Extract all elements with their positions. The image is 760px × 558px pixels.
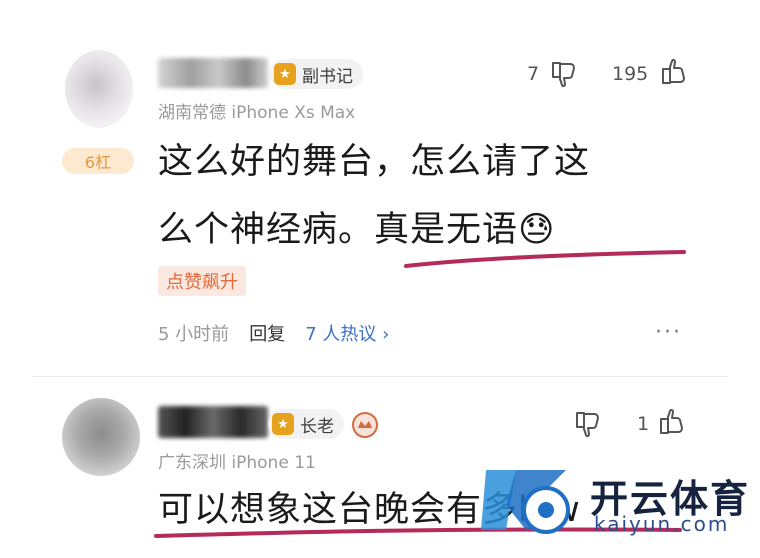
shield-star-icon: ★ (272, 413, 294, 435)
reply-button[interactable]: 回复 (249, 320, 285, 346)
avatar[interactable] (65, 50, 133, 128)
timestamp: 5 小时前 (158, 324, 230, 345)
dislike-count: 7 (527, 63, 540, 85)
comment-text-line1: 这么好的舞台，怎么请了这 (158, 142, 591, 182)
more-options-icon[interactable]: ··· (655, 320, 682, 345)
shield-star-icon: ★ (274, 63, 296, 85)
rank-badge: ★ 长老 (268, 409, 344, 439)
comment-actions: 5 小时前 回复 7 人热议 › (158, 320, 389, 346)
avatar[interactable] (62, 398, 140, 476)
hot-discussion-link[interactable]: 7 人热议 › (305, 320, 389, 346)
level-badge: 6杠 (62, 148, 134, 174)
thumbs-down-icon[interactable] (548, 58, 580, 90)
location-device: 广东深圳 iPhone 11 (158, 453, 316, 473)
username-blurred[interactable] (158, 58, 268, 88)
highlight-underline (404, 250, 686, 268)
crown-medal-icon (350, 410, 380, 440)
badge-label: 副书记 (302, 66, 353, 87)
thumbs-down-icon[interactable] (572, 408, 604, 440)
username-blurred[interactable] (158, 406, 268, 438)
thumbs-up-icon[interactable] (656, 406, 688, 438)
like-count: 195 (612, 63, 649, 85)
location-device: 湖南常德 iPhone Xs Max (158, 103, 356, 123)
watermark-site: kaiyun.com (594, 512, 730, 536)
rank-badge: ★ 副书记 (270, 59, 363, 89)
divider (32, 376, 728, 377)
thumbs-up-icon[interactable] (658, 56, 690, 88)
badge-label: 长老 (300, 416, 334, 437)
trending-tag: 点赞飙升 (158, 266, 246, 296)
like-count: 1 (637, 413, 650, 435)
